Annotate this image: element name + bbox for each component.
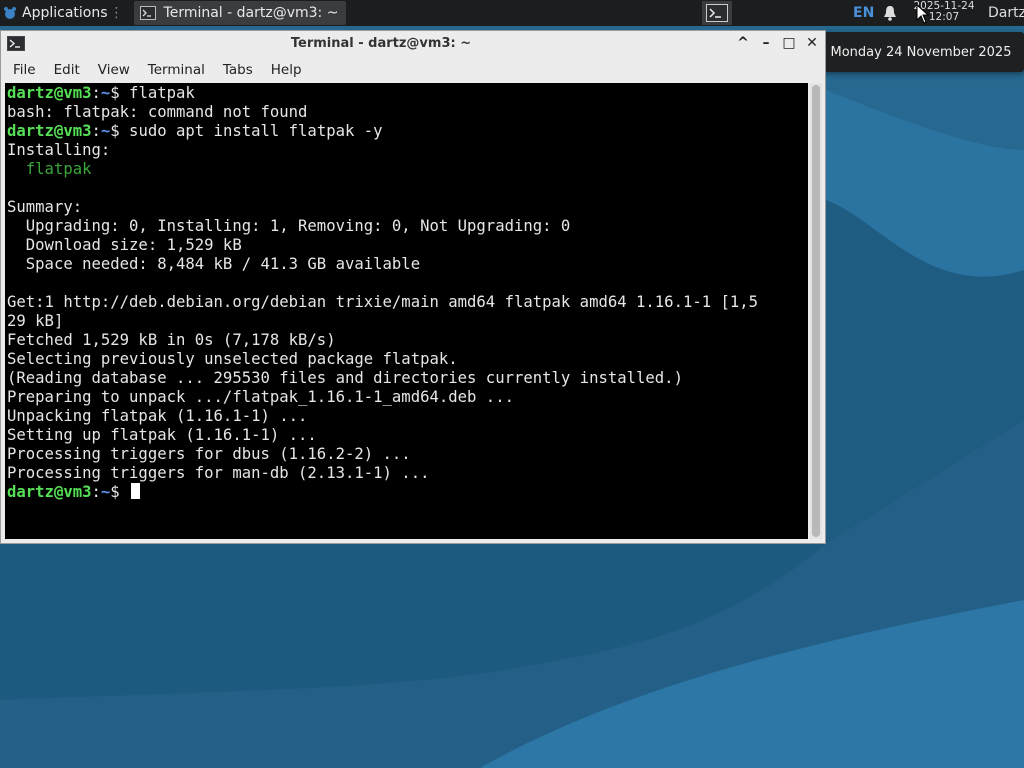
applications-menu-button[interactable]: Applications ⋮: [0, 0, 130, 26]
window-menubar: File Edit View Terminal Tabs Help: [1, 58, 825, 82]
terminal-line: dartz@vm3:~$ sudo apt install flatpak -y: [7, 122, 383, 140]
menu-terminal[interactable]: Terminal: [142, 62, 211, 78]
package-name: flatpak: [7, 160, 92, 178]
menu-tabs[interactable]: Tabs: [217, 62, 259, 78]
applications-separator: ⋮: [109, 5, 124, 21]
terminal-line: Upgrading: 0, Installing: 1, Removing: 0…: [7, 217, 808, 236]
terminal-line: bash: flatpak: command not found: [7, 103, 808, 122]
prompt-user: dartz@vm3: [7, 483, 92, 501]
keyboard-layout-indicator[interactable]: EN: [853, 5, 874, 21]
tooltip-text: Monday 24 November 2025: [830, 44, 1012, 60]
terminal-line: Unpacking flatpak (1.16.1-1) ...: [7, 407, 808, 426]
output-text: Get:1 http://deb.debian.org/debian trixi…: [7, 293, 759, 311]
menu-edit[interactable]: Edit: [48, 62, 86, 78]
output-text: Setting up flatpak (1.16.1-1) ...: [7, 426, 317, 444]
terminal-launcher-icon: [706, 4, 728, 22]
user-menu[interactable]: Dartz: [988, 5, 1024, 21]
mouse-pointer-icon: [916, 4, 930, 24]
output-text: Processing triggers for man-db (2.13.1-1…: [7, 464, 430, 482]
output-text: bash: flatpak: command not found: [7, 103, 308, 121]
tray-terminal-launcher[interactable]: [702, 1, 732, 25]
terminal-line: Get:1 http://deb.debian.org/debian trixi…: [7, 293, 808, 312]
prompt-user: dartz@vm3: [7, 122, 92, 140]
terminal-line: Space needed: 8,484 kB / 41.3 GB availab…: [7, 255, 808, 274]
terminal-line: Installing:: [7, 141, 808, 160]
terminal-line: flatpak: [7, 160, 808, 179]
window-maximize-button[interactable]: □: [780, 34, 798, 52]
terminal-line: (Reading database ... 295530 files and d…: [7, 369, 808, 388]
output-text: Space needed: 8,484 kB / 41.3 GB availab…: [7, 255, 421, 273]
menu-help[interactable]: Help: [265, 62, 308, 78]
menu-file[interactable]: File: [7, 62, 42, 78]
scrollbar-thumb[interactable]: [812, 85, 820, 537]
terminal-icon: [139, 6, 156, 20]
terminal-output[interactable]: dartz@vm3:~$ flatpak bash: flatpak: comma…: [5, 83, 808, 539]
window-shade-button[interactable]: ^: [734, 34, 752, 52]
prompt-path: ~: [100, 122, 111, 140]
prompt-command: flatpak: [119, 84, 195, 102]
top-panel: Applications ⋮ Terminal - dartz@vm3: ~ E…: [0, 0, 1024, 26]
menu-view[interactable]: View: [92, 62, 136, 78]
window-minimize-button[interactable]: –: [757, 34, 775, 52]
terminal-window: Terminal - dartz@vm3: ~ ^ – □ ✕ File Edi…: [0, 30, 826, 544]
xfce-mouse-icon: [4, 7, 16, 19]
terminal-line: Processing triggers for man-db (2.13.1-1…: [7, 464, 808, 483]
output-text: Installing:: [7, 141, 111, 159]
taskbar-terminal-title: Terminal - dartz@vm3: ~: [163, 5, 339, 21]
terminal-line: Processing triggers for dbus (1.16.2-2) …: [7, 445, 808, 464]
prompt-command: sudo apt install flatpak -y: [119, 122, 383, 140]
output-text: Processing triggers for dbus (1.16.2-2) …: [7, 445, 411, 463]
terminal-line: dartz@vm3:~$: [7, 483, 808, 502]
terminal-line: dartz@vm3:~$ flatpak: [7, 84, 195, 102]
window-titlebar[interactable]: Terminal - dartz@vm3: ~ ^ – □ ✕: [1, 31, 825, 57]
prompt-path: ~: [100, 84, 111, 102]
applications-label: Applications: [22, 5, 108, 21]
terminal-line: Selecting previously unselected package …: [7, 350, 808, 369]
terminal-scrollbar[interactable]: [810, 83, 822, 539]
output-text: (Reading database ... 295530 files and d…: [7, 369, 683, 387]
prompt-command: [120, 483, 129, 501]
terminal-line: 29 kB]: [7, 312, 808, 331]
output-text: 29 kB]: [7, 312, 64, 330]
terminal-line: Download size: 1,529 kB: [7, 236, 808, 255]
taskbar-terminal-button[interactable]: Terminal - dartz@vm3: ~: [133, 1, 347, 25]
window-close-button[interactable]: ✕: [803, 34, 821, 52]
notification-bell-icon[interactable]: [883, 5, 897, 21]
prompt-user: dartz@vm3: [7, 84, 92, 102]
terminal-line: Preparing to unpack .../flatpak_1.16.1-1…: [7, 388, 808, 407]
output-text: Summary:: [7, 198, 83, 216]
terminal-line: Setting up flatpak (1.16.1-1) ...: [7, 426, 808, 445]
output-text: Fetched 1,529 kB in 0s (7,178 kB/s): [7, 331, 336, 349]
output-text: Selecting previously unselected package …: [7, 350, 458, 368]
text-cursor: [131, 483, 141, 499]
prompt-path: ~: [100, 483, 111, 501]
window-title: Terminal - dartz@vm3: ~: [290, 36, 472, 51]
terminal-line: Fetched 1,529 kB in 0s (7,178 kB/s): [7, 331, 808, 350]
terminal-line: Summary:: [7, 198, 808, 217]
output-text: Unpacking flatpak (1.16.1-1) ...: [7, 407, 308, 425]
clock-tooltip: Monday 24 November 2025: [818, 32, 1024, 72]
output-text: Upgrading: 0, Installing: 1, Removing: 0…: [7, 217, 571, 235]
output-text: Preparing to unpack .../flatpak_1.16.1-1…: [7, 388, 514, 406]
output-text: Download size: 1,529 kB: [7, 236, 242, 254]
